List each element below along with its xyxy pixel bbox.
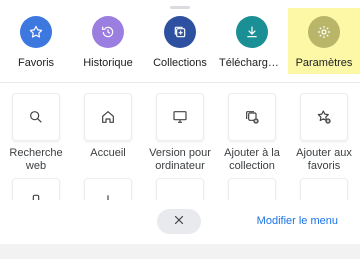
close-menu-button[interactable] xyxy=(157,209,201,234)
home-label: Accueil xyxy=(90,147,126,159)
home-item[interactable]: Accueil xyxy=(73,93,143,160)
add-collection-icon xyxy=(228,93,276,141)
downloads-label: Télécharge… xyxy=(219,57,285,69)
collections-button[interactable]: Collections xyxy=(144,8,216,74)
add-to-favorites-item[interactable]: Ajouter aux favoris xyxy=(289,93,359,173)
top-actions-row: Favoris Historique Collections Télécharg… xyxy=(0,0,360,80)
downloads-button[interactable]: Télécharge… xyxy=(216,8,288,74)
history-icon xyxy=(92,16,124,48)
download-icon xyxy=(236,16,268,48)
add-favorite-icon xyxy=(300,93,348,141)
add-to-collection-label: Ajouter à la collection xyxy=(224,147,280,172)
search-icon xyxy=(12,93,60,141)
menu-sheet: Favoris Historique Collections Télécharg… xyxy=(0,0,360,244)
desktop-icon xyxy=(156,93,204,141)
settings-button[interactable]: Paramètres xyxy=(288,8,360,74)
section-divider xyxy=(0,82,360,83)
close-icon xyxy=(173,213,185,231)
history-button[interactable]: Historique xyxy=(72,8,144,74)
collections-icon xyxy=(164,16,196,48)
desktop-version-label: Version pour ordinateur xyxy=(149,147,211,172)
add-to-favorites-label: Ajouter aux favoris xyxy=(296,147,352,172)
favorites-button[interactable]: Favoris xyxy=(0,8,72,74)
system-nav-bar xyxy=(0,244,360,259)
web-search-label: Recherche web xyxy=(9,147,63,172)
add-to-collection-item[interactable]: Ajouter à la collection xyxy=(217,93,287,173)
favorites-label: Favoris xyxy=(17,57,55,69)
modify-menu-link[interactable]: Modifier le menu xyxy=(257,215,338,227)
home-icon xyxy=(84,93,132,141)
gear-icon xyxy=(308,16,340,48)
settings-label: Paramètres xyxy=(295,57,353,69)
star-icon xyxy=(20,16,52,48)
history-label: Historique xyxy=(83,57,133,69)
desktop-version-item[interactable]: Version pour ordinateur xyxy=(145,93,215,173)
web-search-item[interactable]: Recherche web xyxy=(1,93,71,173)
collections-label: Collections xyxy=(153,57,207,69)
bottom-bar: Modifier le menu xyxy=(0,200,360,244)
